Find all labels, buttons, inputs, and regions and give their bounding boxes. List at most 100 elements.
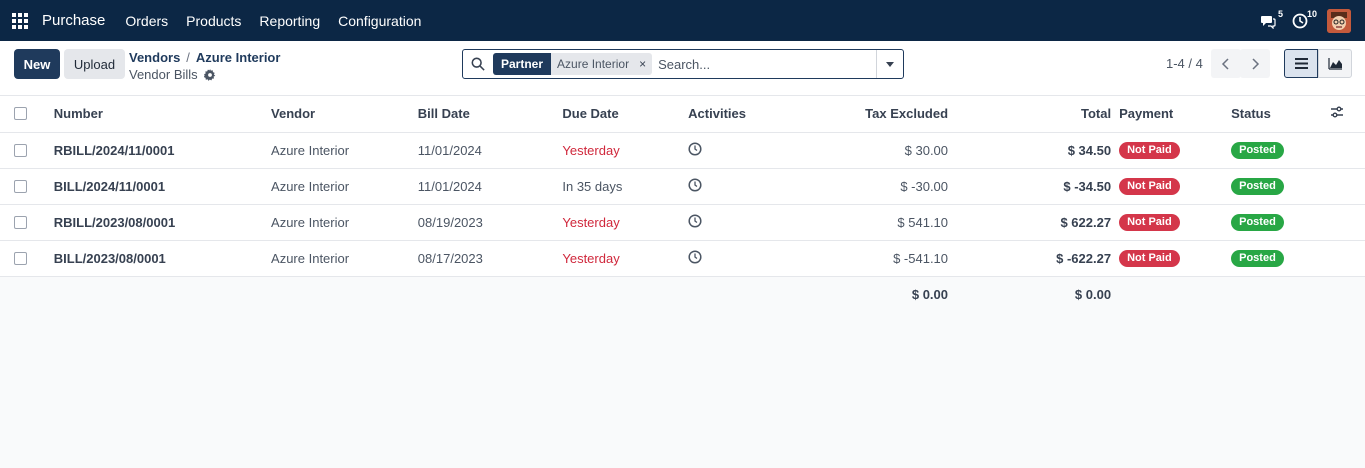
bill-number: RBILL/2023/08/0001 (39, 204, 272, 241)
messages-button[interactable]: 5 (1253, 0, 1283, 41)
sliders-icon (1331, 106, 1344, 118)
caret-down-icon (886, 62, 894, 67)
payment-status-badge: Not Paid (1119, 214, 1180, 231)
column-total[interactable]: Total (948, 96, 1112, 133)
payment-status-badge: Not Paid (1119, 142, 1180, 159)
row-checkbox[interactable] (14, 215, 27, 229)
activity-clock-icon[interactable] (688, 240, 804, 277)
tax-excluded: $ 30.00 (803, 132, 949, 169)
due-date: In 35 days (562, 168, 689, 205)
upload-button[interactable]: Upload (64, 49, 125, 79)
chevron-right-icon (1252, 57, 1260, 70)
bill-date: 08/17/2023 (417, 240, 563, 277)
menu-products[interactable]: Products (186, 13, 241, 29)
select-all-checkbox[interactable] (14, 107, 27, 121)
bill-number: BILL/2023/08/0001 (39, 240, 272, 277)
due-date: Yesterday (562, 204, 689, 241)
column-tax-excluded[interactable]: Tax Excluded (803, 96, 949, 133)
status-badge: Posted (1231, 142, 1284, 159)
table-row[interactable]: RBILL/2023/08/0001 Azure Interior 08/19/… (0, 204, 1365, 241)
pager-next-button[interactable] (1240, 49, 1270, 78)
breadcrumb: Vendors / Azure Interior Vendor Bills (129, 50, 280, 82)
list-icon (1294, 58, 1308, 69)
tax-excluded: $ 541.10 (803, 204, 949, 241)
column-status[interactable]: Status (1231, 96, 1331, 133)
graph-view-button[interactable] (1318, 49, 1352, 78)
gear-icon[interactable] (203, 68, 216, 81)
search-options-toggle[interactable] (876, 50, 903, 78)
table-footer-row: $ 0.00 $ 0.00 (0, 276, 1365, 312)
optional-columns-toggle[interactable] (1330, 96, 1365, 133)
pager-value[interactable]: 1-4 / 4 (1166, 56, 1203, 71)
tax-excluded: $ -541.10 (803, 240, 949, 277)
facet-value: Azure Interior (557, 57, 630, 71)
bill-number: BILL/2024/11/0001 (39, 168, 272, 205)
chat-icon (1261, 15, 1276, 29)
list-view-button[interactable] (1284, 49, 1318, 78)
facet-remove-button[interactable]: × (639, 57, 646, 71)
vendor-bills-list: Number Vendor Bill Date Due Date Activit… (0, 96, 1365, 468)
breadcrumb-separator: / (186, 50, 190, 65)
vendor-name: Azure Interior (271, 168, 418, 205)
search-input[interactable] (652, 56, 876, 72)
page-title: Vendor Bills (129, 67, 198, 82)
activities-count-badge: 10 (1306, 9, 1317, 19)
table-row[interactable]: BILL/2023/08/0001 Azure Interior 08/17/2… (0, 240, 1365, 277)
top-navbar: Purchase Orders Products Reporting Confi… (0, 0, 1365, 41)
column-payment[interactable]: Payment (1111, 96, 1232, 133)
column-activities[interactable]: Activities (688, 96, 804, 133)
tax-excluded: $ -30.00 (803, 168, 949, 205)
row-checkbox[interactable] (14, 251, 27, 265)
status-badge: Posted (1231, 250, 1284, 267)
column-due-date[interactable]: Due Date (562, 96, 689, 133)
column-bill-date[interactable]: Bill Date (417, 96, 563, 133)
new-button[interactable]: New (14, 49, 60, 79)
total-amount: $ 34.50 (948, 132, 1112, 169)
menu-reporting[interactable]: Reporting (259, 13, 320, 29)
total-sum: $ 0.00 (948, 276, 1112, 312)
column-vendor[interactable]: Vendor (271, 96, 418, 133)
vendor-name: Azure Interior (271, 240, 418, 277)
total-amount: $ 622.27 (948, 204, 1112, 241)
search-bar: Partner Azure Interior × (462, 49, 904, 79)
partner-filter-facet: Partner Azure Interior × (493, 53, 653, 75)
activity-clock-icon[interactable] (688, 168, 804, 205)
bill-date: 11/01/2024 (417, 132, 563, 169)
payment-status-badge: Not Paid (1119, 250, 1180, 267)
row-checkbox[interactable] (14, 143, 27, 157)
table-row[interactable]: BILL/2024/11/0001 Azure Interior 11/01/2… (0, 168, 1365, 205)
activity-clock-icon[interactable] (688, 204, 804, 241)
vendor-name: Azure Interior (271, 204, 418, 241)
area-chart-icon (1327, 58, 1342, 70)
due-date: Yesterday (562, 240, 689, 277)
total-amount: $ -34.50 (948, 168, 1112, 205)
bill-date: 08/19/2023 (417, 204, 563, 241)
pager-previous-button[interactable] (1211, 49, 1241, 78)
control-panel: New Upload Vendors / Azure Interior Vend… (0, 41, 1365, 96)
payment-status-badge: Not Paid (1119, 178, 1180, 195)
clock-icon (1292, 13, 1308, 28)
vendor-name: Azure Interior (271, 132, 418, 169)
activities-button[interactable]: 10 (1283, 0, 1317, 41)
apps-menu-icon[interactable] (0, 0, 40, 41)
table-row[interactable]: RBILL/2024/11/0001 Azure Interior 11/01/… (0, 132, 1365, 169)
column-number[interactable]: Number (39, 96, 272, 133)
status-badge: Posted (1231, 214, 1284, 231)
bill-number: RBILL/2024/11/0001 (39, 132, 272, 169)
total-amount: $ -622.27 (948, 240, 1112, 277)
chevron-left-icon (1221, 57, 1229, 70)
breadcrumb-azure-interior[interactable]: Azure Interior (196, 50, 281, 65)
activity-clock-icon[interactable] (688, 132, 804, 169)
app-name[interactable]: Purchase (42, 12, 105, 29)
search-icon[interactable] (463, 57, 493, 71)
menu-orders[interactable]: Orders (125, 13, 168, 29)
menu-configuration[interactable]: Configuration (338, 13, 421, 29)
breadcrumb-vendors[interactable]: Vendors (129, 50, 180, 65)
table-header-row: Number Vendor Bill Date Due Date Activit… (0, 96, 1365, 133)
facet-label: Partner (493, 53, 552, 75)
row-checkbox[interactable] (14, 179, 27, 193)
status-badge: Posted (1231, 178, 1284, 195)
user-avatar[interactable] (1327, 8, 1351, 33)
due-date: Yesterday (562, 132, 689, 169)
tax-excluded-sum: $ 0.00 (803, 276, 949, 312)
